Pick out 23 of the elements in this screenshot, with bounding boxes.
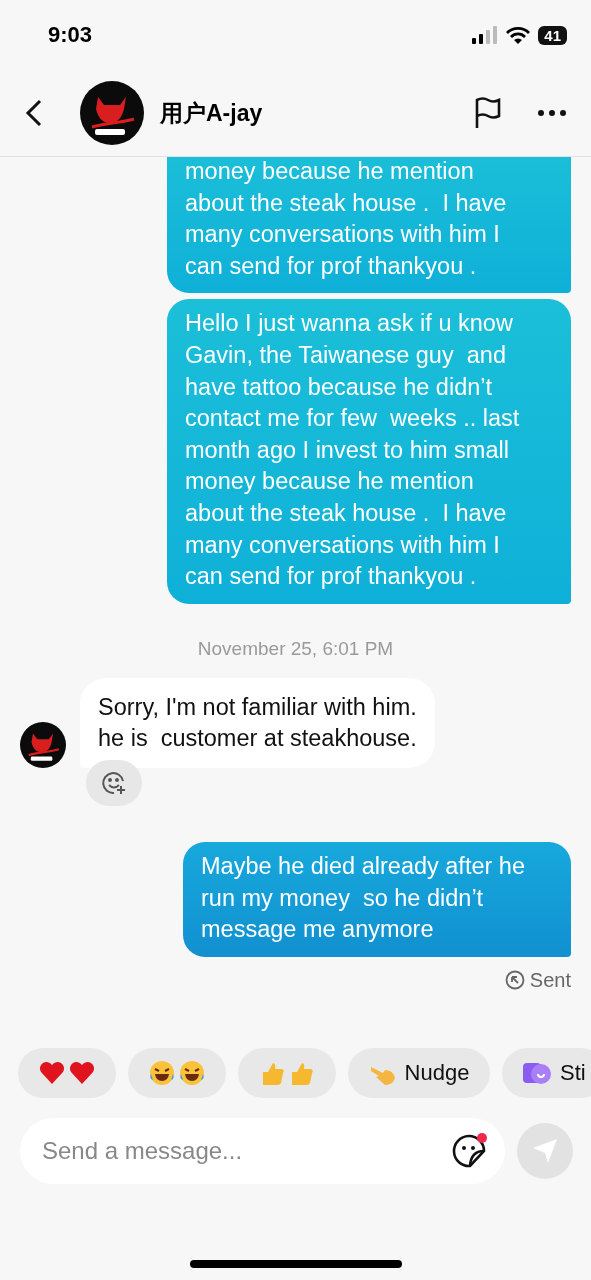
message-bubble: Hello I just wanna ask if u know Gavin, the Taiwanese guy and have tattoo because he didn’t contact me for few weeks .. last month ago I invest to him small money because he mention about the steak house . I have many conversations with him I can send for prof thankyou . (167, 299, 571, 604)
status-time: 9:03 (48, 22, 93, 48)
wifi-icon (506, 26, 531, 44)
laughing-faces-icon (148, 1059, 206, 1087)
message-bubble: Maybe he died already after he run my money so he didn’t message me anymore (183, 841, 571, 957)
add-reaction-button[interactable] (86, 759, 142, 806)
stickers-button[interactable]: Sti (502, 1048, 591, 1098)
quick-reaction-button[interactable] (128, 1048, 226, 1098)
message-bubble: Sorry, I'm not familiar with him. he is customer at steakhouse. (80, 677, 435, 768)
signal-icon (472, 26, 499, 44)
quick-reaction-button[interactable] (18, 1048, 116, 1098)
contact-name: 用户A-jay (160, 98, 264, 128)
avatar-logo-icon (20, 721, 66, 768)
battery-level: 41 (538, 25, 567, 45)
message-input[interactable]: Send a message... (40, 1136, 451, 1166)
timestamp: November 25, 6:01 PM (197, 637, 394, 659)
nudge-button[interactable]: Nudge (348, 1048, 490, 1098)
sent-icon (504, 970, 525, 991)
add-emoji-icon (101, 769, 127, 796)
message-status: Sent (529, 968, 571, 992)
message-field[interactable]: Send a message... (20, 1118, 505, 1184)
sticker-face-icon[interactable] (451, 1132, 489, 1170)
avatar-logo-icon (80, 81, 144, 145)
